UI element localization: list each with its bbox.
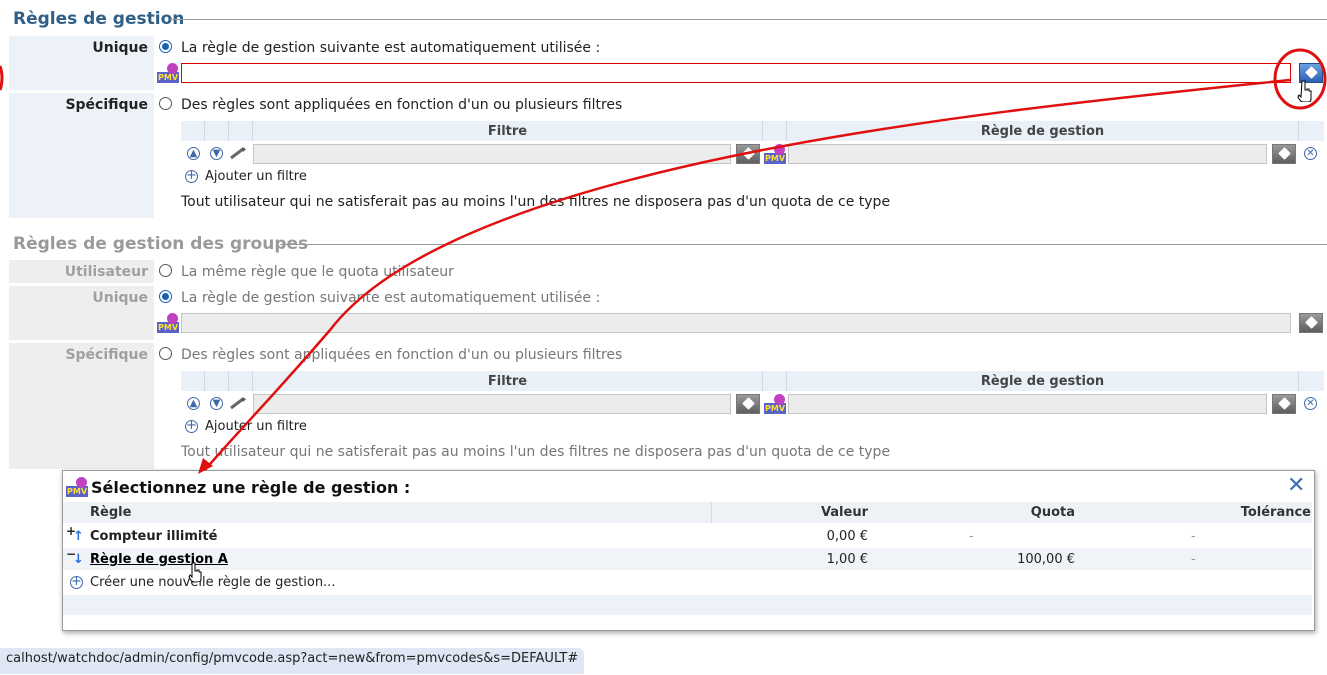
status-bar-url: calhost/watchdoc/admin/config/pmvcode.as… — [0, 648, 585, 674]
annotation-overlay — [0, 48, 1327, 474]
hand-cursor-icon — [1297, 80, 1313, 103]
annotation-circle-edge — [0, 65, 4, 91]
annotation-arrowhead — [198, 458, 213, 474]
annotation-arrow — [204, 78, 1291, 471]
